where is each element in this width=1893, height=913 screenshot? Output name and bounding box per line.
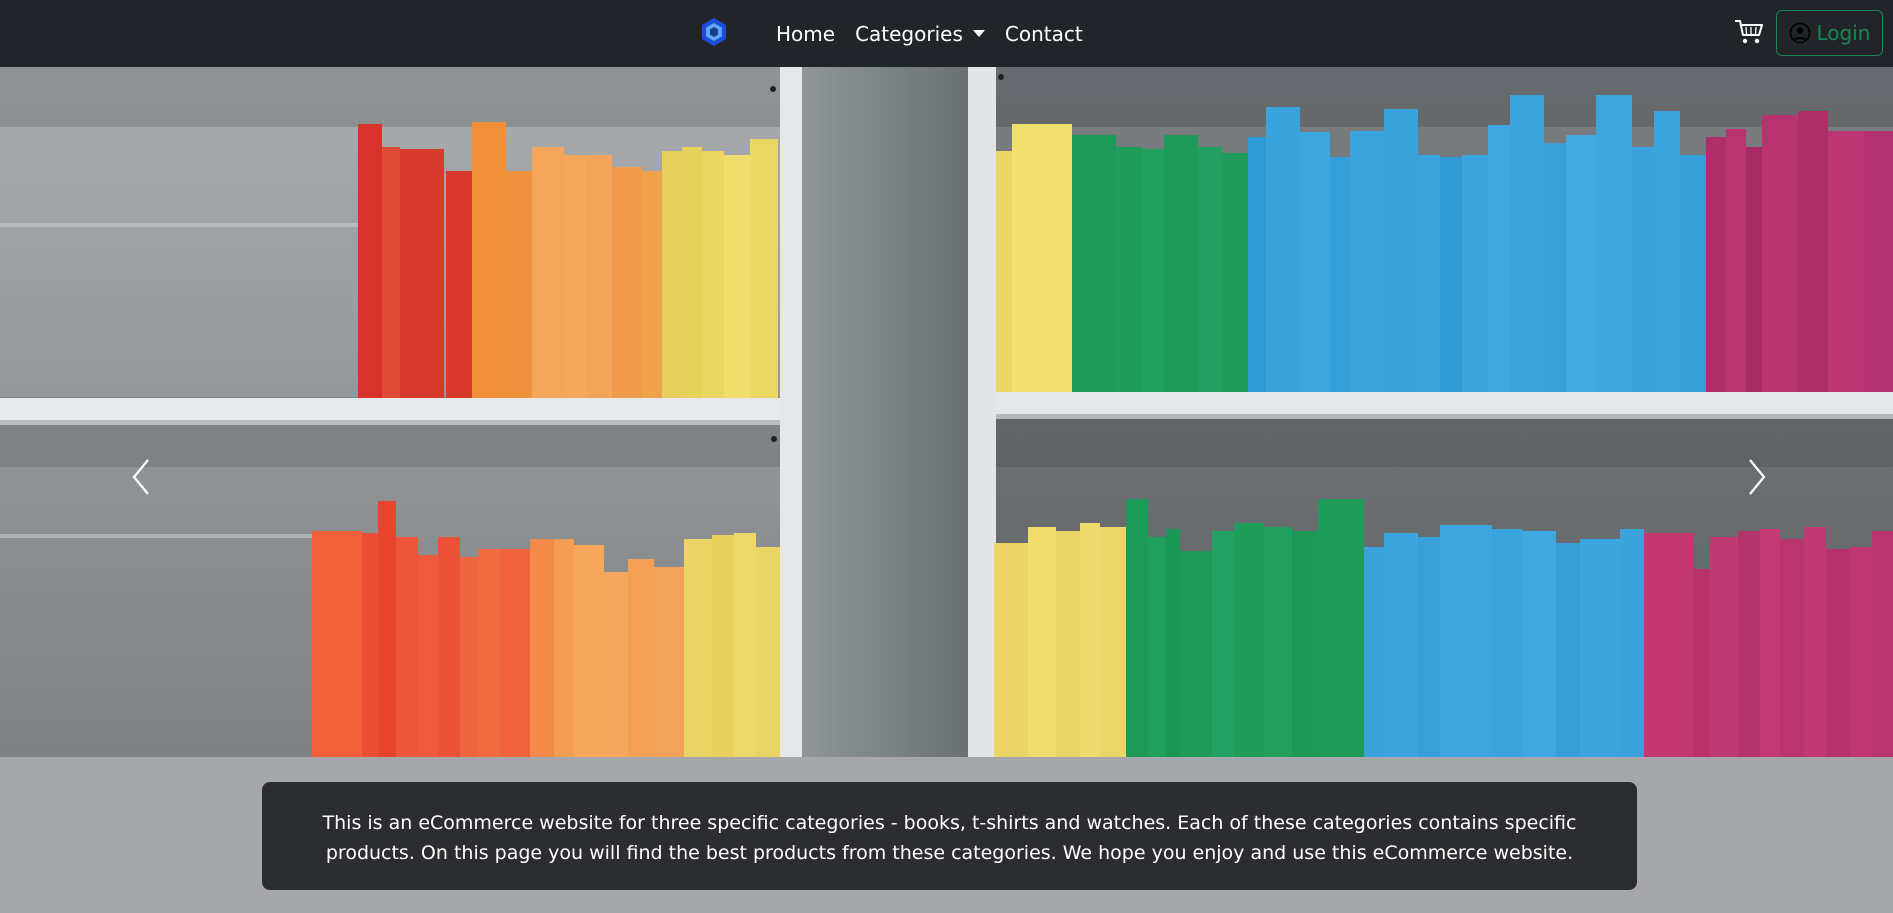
nav-categories-dropdown[interactable]: Categories (845, 22, 995, 46)
books-bottom-left (312, 501, 780, 757)
bookshelf-banner-image (0, 67, 1893, 757)
site-description-box: This is an eCommerce website for three s… (262, 782, 1637, 890)
cart-icon[interactable] (1733, 17, 1765, 47)
main-nav: Home Categories Contact (766, 0, 1093, 67)
caret-down-icon (972, 30, 985, 37)
books-top-left (358, 122, 778, 398)
site-description-text: This is an eCommerce website for three s… (322, 812, 1577, 864)
nav-contact-link[interactable]: Contact (995, 22, 1093, 46)
login-button[interactable]: Login (1776, 10, 1883, 56)
chevron-left-icon[interactable] (122, 452, 162, 502)
login-label: Login (1816, 21, 1871, 45)
nav-categories-label: Categories (855, 21, 963, 46)
hexagon-logo-icon[interactable] (699, 17, 729, 47)
books-bottom-right (994, 499, 1893, 757)
nav-home-link[interactable]: Home (766, 22, 845, 46)
user-circle-icon (1789, 22, 1810, 44)
chevron-right-icon[interactable] (1736, 452, 1776, 502)
hero-carousel (0, 67, 1893, 757)
top-navbar: Home Categories Contact Login (0, 0, 1893, 67)
